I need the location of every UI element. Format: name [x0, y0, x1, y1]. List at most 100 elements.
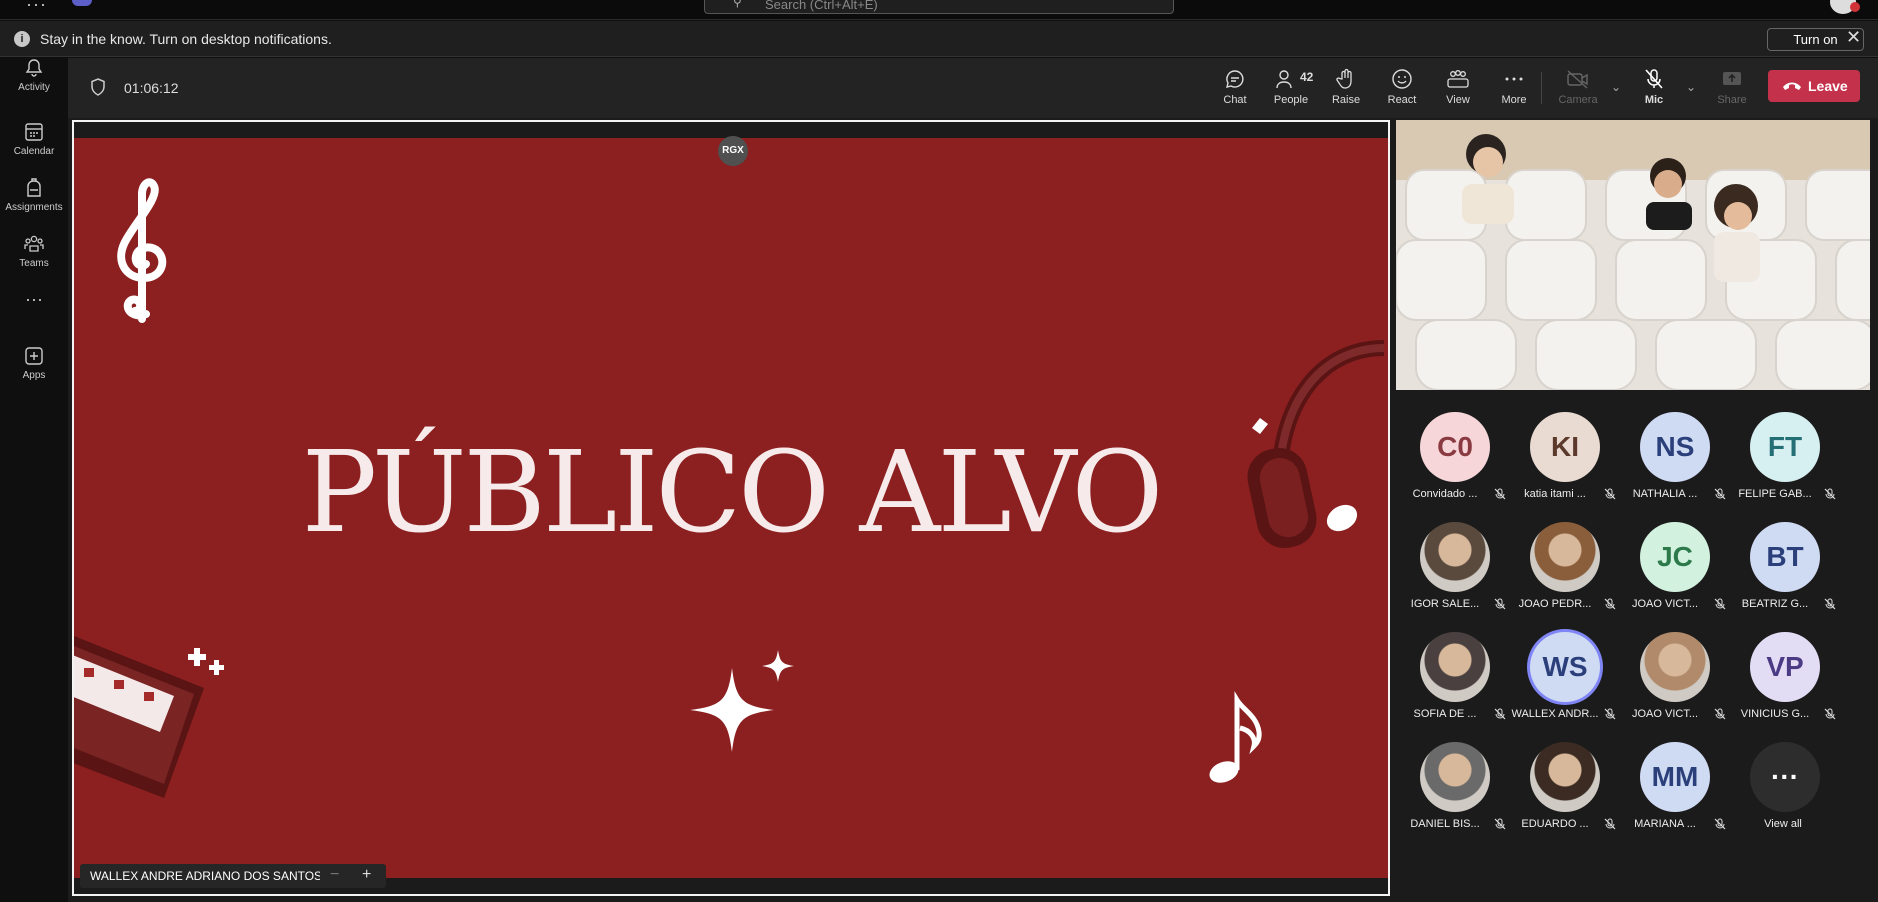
search-input[interactable]: ⚲ Search (Ctrl+Alt+E)	[704, 0, 1174, 14]
participant-tile[interactable]: IGOR SALE...	[1398, 516, 1508, 622]
hang-up-icon	[1783, 82, 1801, 90]
participant-tile[interactable]: JC JOAO VICT...	[1618, 516, 1728, 622]
mic-label: Mic	[1644, 94, 1664, 106]
participant-avatar: MM	[1640, 742, 1710, 812]
view-all-button[interactable]: ··· View all	[1728, 736, 1838, 842]
zoom-in-button[interactable]: +	[362, 864, 371, 886]
rail-item-calendar[interactable]: Calendar	[0, 122, 68, 157]
title-bar: ··· ⚲ Search (Ctrl+Alt+E)	[0, 0, 1878, 20]
search-placeholder: Search (Ctrl+Alt+E)	[765, 0, 878, 12]
zoom-out-button[interactable]: −	[330, 864, 339, 886]
zoom-controls: − +	[320, 864, 386, 888]
music-note-icon	[1209, 690, 1262, 783]
participant-name: katia itami ...	[1524, 488, 1586, 500]
mic-options-chevron-icon[interactable]: ⌄	[1686, 80, 1696, 94]
more-icon	[1505, 77, 1523, 81]
plus-square-icon	[25, 347, 43, 365]
backpack-icon	[27, 178, 41, 197]
mic-muted-icon	[1604, 488, 1616, 500]
participant-name: JOAO VICT...	[1631, 708, 1698, 720]
participant-avatar: NS	[1640, 412, 1710, 482]
participant-avatar: FT	[1750, 412, 1820, 482]
participant-name: JOAO VICT...	[1631, 598, 1698, 610]
participant-avatar: BT	[1750, 522, 1820, 592]
leave-button[interactable]: Leave	[1768, 70, 1860, 102]
presentation-slide: PÚBLICO ALVO	[74, 138, 1388, 878]
participant-name: DANIEL BIS...	[1410, 818, 1480, 830]
share-icon	[1723, 72, 1741, 85]
meeting-window: 01:06:12 Chat 42 People Raise React View…	[68, 58, 1878, 902]
participant-tile[interactable]: DANIEL BIS...	[1398, 736, 1508, 842]
people-count: 42	[1300, 70, 1314, 84]
rail-item-apps[interactable]: Apps	[0, 346, 68, 381]
toolbar-divider	[1541, 72, 1542, 104]
participant-name: IGOR SALE...	[1410, 598, 1480, 610]
presenter-name: WALLEX ANDRE ADRIANO DOS SANTOS	[80, 864, 333, 888]
cassette-icon	[74, 636, 224, 798]
participant-tile[interactable]: FT FELIPE GAB...	[1728, 406, 1838, 512]
teams-icon	[24, 235, 44, 252]
raise-label: Raise	[1331, 94, 1361, 106]
view-gallery-icon	[1447, 70, 1469, 88]
mic-muted-icon	[1494, 708, 1506, 720]
participant-tile[interactable]: EDUARDO ...	[1508, 736, 1618, 842]
participant-tile[interactable]: NS NATHALIA ...	[1618, 406, 1728, 512]
chat-label: Chat	[1223, 94, 1247, 106]
chat-button[interactable]: Chat	[1210, 68, 1260, 106]
share-button[interactable]: Share	[1707, 68, 1757, 106]
view-button[interactable]: View	[1433, 68, 1483, 106]
participant-video[interactable]	[1396, 120, 1870, 390]
participant-name: View all	[1764, 818, 1802, 830]
mic-muted-icon	[1604, 598, 1616, 610]
rail-item-teams[interactable]: Teams	[0, 234, 68, 269]
participant-tile[interactable]: VP VINICIUS G...	[1728, 626, 1838, 732]
rail-label: Teams	[19, 258, 49, 269]
app-rail: Activity Calendar Assignments Teams ··· …	[0, 58, 68, 902]
camera-button[interactable]: Camera	[1553, 68, 1603, 106]
participant-avatar: VP	[1750, 632, 1820, 702]
mic-muted-icon	[1824, 488, 1836, 500]
shield-icon[interactable]	[90, 78, 106, 96]
participant-tile[interactable]: KI katia itami ...	[1508, 406, 1618, 512]
mic-button[interactable]: Mic	[1629, 68, 1679, 106]
slide-title: PÚBLICO ALVO	[301, 428, 1164, 558]
mic-muted-icon	[1494, 818, 1506, 830]
user-avatar[interactable]	[1830, 0, 1860, 14]
react-button[interactable]: React	[1377, 68, 1427, 106]
people-button[interactable]: 42 People	[1266, 68, 1316, 106]
participant-name: EDUARDO ...	[1521, 818, 1589, 830]
rail-item-activity[interactable]: Activity	[0, 58, 68, 93]
notification-banner: i Stay in the know. Turn on desktop noti…	[0, 21, 1878, 57]
hand-icon	[1336, 68, 1352, 89]
classroom-video-image	[1396, 120, 1870, 390]
participant-tile[interactable]: JOAO PEDR...	[1508, 516, 1618, 622]
participant-name: MARIANA ...	[1634, 818, 1696, 830]
participant-photo	[1420, 742, 1490, 812]
mic-muted-icon	[1604, 708, 1616, 720]
rail-label: Assignments	[5, 202, 63, 213]
participant-tile[interactable]: MM MARIANA ...	[1618, 736, 1728, 842]
participant-tile[interactable]: C0 Convidado ...	[1398, 406, 1508, 512]
raise-hand-button[interactable]: Raise	[1321, 68, 1371, 106]
app-launcher-icon[interactable]: ···	[26, 0, 47, 15]
participant-tile[interactable]: SOFIA DE ...	[1398, 626, 1508, 732]
participant-name: SOFIA DE ...	[1413, 708, 1477, 720]
participant-avatar: ···	[1750, 742, 1820, 812]
close-icon[interactable]: ✕	[1846, 27, 1861, 48]
participant-avatar: C0	[1420, 412, 1490, 482]
participant-tile[interactable]: JOAO VICT...	[1618, 626, 1728, 732]
react-label: React	[1387, 94, 1417, 106]
people-label: People	[1273, 94, 1309, 106]
participant-photo	[1640, 632, 1710, 702]
shared-content-stage: PÚBLICO ALVO RGX WALLEX ANDRE ADRIANO DO…	[72, 120, 1390, 896]
participant-tile[interactable]: BT BEATRIZ G...	[1728, 516, 1838, 622]
share-label: Share	[1717, 94, 1747, 106]
camera-options-chevron-icon[interactable]: ⌄	[1611, 80, 1621, 94]
presenter-badge: RGX	[718, 136, 748, 166]
participant-photo	[1420, 632, 1490, 702]
rail-item-assignments[interactable]: Assignments	[0, 178, 68, 213]
rail-more-icon[interactable]: ···	[0, 290, 68, 308]
leave-label: Leave	[1808, 78, 1848, 94]
participant-tile[interactable]: WS WALLEX ANDR...	[1508, 626, 1618, 732]
more-button[interactable]: More	[1489, 68, 1539, 106]
